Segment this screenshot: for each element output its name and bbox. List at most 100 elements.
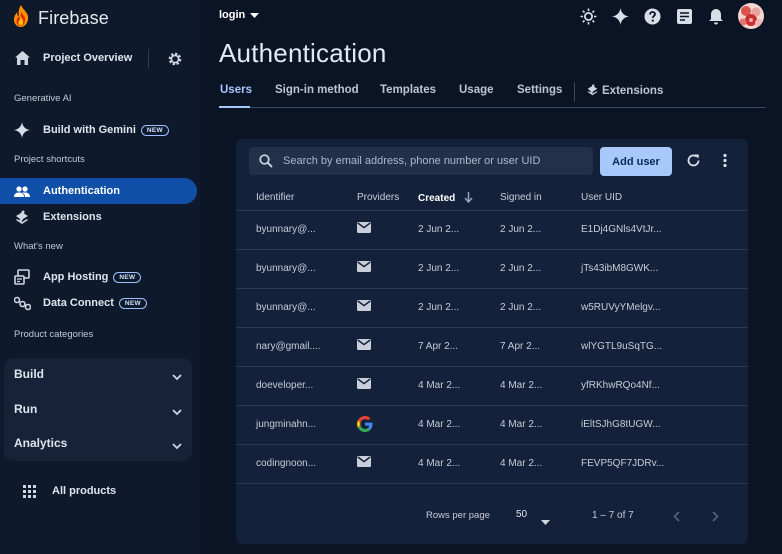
firebase-brand[interactable]: Firebase — [12, 5, 109, 32]
gemini-sparkle-icon — [14, 122, 30, 143]
avatar[interactable] — [738, 3, 764, 29]
feedback-icon[interactable] — [676, 8, 693, 30]
column-providers[interactable]: Providers — [357, 192, 399, 203]
cell-signed-in: 4 Mar 2... — [500, 380, 543, 391]
table-row[interactable]: codingnoon... 4 Mar 2... 4 Mar 2... FEVP5QF… — [236, 445, 748, 484]
column-signed-in[interactable]: Signed in — [500, 192, 542, 203]
sidebar-item-label: Authentication — [43, 185, 120, 197]
brightness-icon[interactable] — [580, 8, 597, 30]
sidebar-item-extensions[interactable]: Extensions — [0, 204, 197, 230]
category-build[interactable]: Build — [4, 360, 192, 386]
cell-identifier: codingnoon... — [256, 458, 317, 469]
table-row[interactable]: jungminahn... 4 Mar 2... 4 Mar 2... iEltSJh… — [236, 406, 748, 445]
category-analytics[interactable]: Analytics — [4, 429, 192, 455]
table-row[interactable]: byunnary@... 2 Jun 2... 2 Jun 2... E1Dj4GNl… — [236, 211, 748, 250]
tab-templates[interactable]: Templates — [380, 84, 436, 96]
cell-signed-in: 7 Apr 2... — [500, 341, 541, 352]
table-pagination: Rows per page 50 1 – 7 of 7 — [236, 500, 748, 530]
cell-user-uid: iEltSJhG8tUGW... — [581, 419, 661, 430]
email-icon — [357, 220, 371, 238]
cell-created: 7 Apr 2... — [418, 341, 459, 352]
cell-created: 2 Jun 2... — [418, 263, 460, 274]
chevron-left-icon[interactable] — [673, 509, 680, 527]
refresh-icon[interactable] — [686, 153, 701, 173]
page-title: Authentication — [219, 38, 387, 68]
people-icon — [14, 185, 30, 203]
cell-created: 4 Mar 2... — [418, 419, 461, 430]
sidebar-item-label: Build with Gemini NEW — [43, 124, 169, 136]
cell-created: 2 Jun 2... — [418, 302, 460, 313]
sidebar-item-build-with-gemini[interactable]: Build with Gemini NEW — [0, 117, 197, 143]
cell-created: 4 Mar 2... — [418, 458, 461, 469]
extensions-icon — [14, 210, 30, 230]
all-products-link[interactable]: All products — [0, 480, 200, 504]
home-icon — [14, 50, 31, 71]
cell-identifier: byunnary@... — [256, 302, 316, 313]
table-row[interactable]: nary@gmail.... 7 Apr 2... 7 Apr 2... wlYGTL… — [236, 328, 748, 367]
table-row[interactable]: doeveloper... 4 Mar 2... 4 Mar 2... yfRKhwR… — [236, 367, 748, 406]
sidebar-item-data-connect[interactable]: Data Connect NEW — [0, 290, 197, 316]
section-product-categories: Product categories — [14, 329, 94, 340]
cell-created: 4 Mar 2... — [418, 380, 461, 391]
sidebar: Firebase Project Overview Generative AI … — [0, 0, 200, 554]
tab-extensions-label: Extensions — [602, 85, 664, 97]
app-hosting-label: App Hosting — [43, 271, 109, 283]
cell-user-uid: w5RUVyYMelgv... — [581, 302, 661, 313]
cell-user-uid: wlYGTL9uSqTG... — [581, 341, 663, 352]
tab-usage[interactable]: Usage — [459, 84, 494, 96]
email-icon — [357, 298, 371, 316]
column-user-uid[interactable]: User UID — [581, 192, 622, 203]
tab-settings[interactable]: Settings — [517, 84, 562, 96]
category-label: Analytics — [14, 436, 68, 450]
search-box — [249, 147, 593, 175]
email-icon — [357, 376, 371, 394]
search-icon — [259, 154, 273, 173]
project-selector[interactable]: login — [219, 9, 260, 21]
category-run[interactable]: Run — [4, 395, 192, 421]
add-user-button[interactable]: Add user — [600, 147, 672, 176]
tab-users[interactable]: Users — [220, 84, 252, 96]
grid-icon — [23, 485, 36, 503]
sidebar-item-label: Extensions — [43, 211, 102, 223]
caret-down-icon — [250, 9, 260, 21]
sidebar-item-authentication[interactable]: Authentication — [0, 178, 197, 204]
app-hosting-icon — [14, 269, 30, 290]
cell-identifier: byunnary@... — [256, 263, 316, 274]
all-products-label: All products — [52, 485, 117, 497]
section-project-shortcuts: Project shortcuts — [14, 154, 85, 165]
rows-per-page-select[interactable]: 50 — [516, 509, 527, 520]
active-tab-indicator — [219, 106, 250, 108]
tab-extensions[interactable]: Extensions — [586, 84, 663, 99]
search-input[interactable] — [283, 147, 587, 175]
gear-icon[interactable] — [167, 51, 183, 72]
project-overview[interactable]: Project Overview — [0, 46, 200, 72]
caret-down-icon[interactable] — [541, 512, 550, 530]
column-created[interactable]: Created — [418, 192, 473, 206]
chevron-right-icon[interactable] — [712, 509, 719, 527]
new-badge: NEW — [140, 125, 169, 136]
project-name: login — [219, 9, 246, 21]
category-label: Build — [14, 367, 44, 381]
help-icon[interactable] — [644, 8, 661, 30]
cell-identifier: jungminahn... — [256, 419, 317, 430]
category-label: Run — [14, 402, 38, 416]
tab-sign-in-method[interactable]: Sign-in method — [275, 84, 359, 96]
cell-user-uid: jTs43ibM8GWK... — [581, 263, 659, 274]
firebase-logo-icon — [12, 5, 30, 32]
email-icon — [357, 454, 371, 472]
cell-user-uid: FEVP5QF7JDRv... — [581, 458, 665, 469]
gemini-sparkle-icon[interactable] — [612, 8, 629, 30]
email-icon — [357, 337, 371, 355]
notifications-icon[interactable] — [708, 8, 724, 30]
more-vert-icon[interactable] — [723, 153, 727, 173]
new-badge: NEW — [113, 272, 142, 283]
pagination-range: 1 – 7 of 7 — [592, 510, 634, 521]
cell-identifier: byunnary@... — [256, 224, 316, 235]
rows-per-page-label: Rows per page — [426, 510, 490, 521]
sidebar-item-app-hosting[interactable]: App Hosting NEW — [0, 264, 197, 290]
column-identifier[interactable]: Identifier — [256, 192, 294, 203]
table-row[interactable]: byunnary@... 2 Jun 2... 2 Jun 2... w5RUVyYM… — [236, 289, 748, 328]
project-overview-label: Project Overview — [43, 52, 133, 64]
google-icon — [357, 416, 373, 437]
table-row[interactable]: byunnary@... 2 Jun 2... 2 Jun 2... jTs43ibM… — [236, 250, 748, 289]
